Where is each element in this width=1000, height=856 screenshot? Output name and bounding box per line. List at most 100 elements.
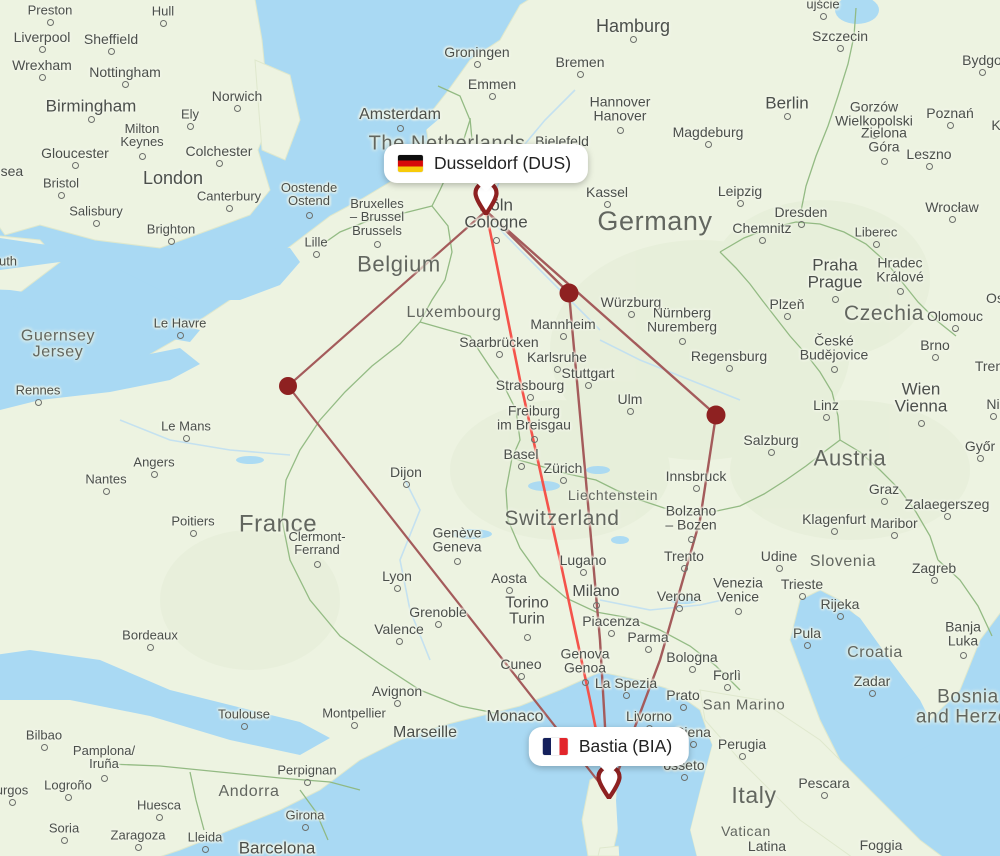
city-dot-icon xyxy=(393,584,401,592)
airport-marker-cdg[interactable] xyxy=(279,377,297,395)
city-dot-icon xyxy=(71,161,79,169)
card-pointer xyxy=(476,182,496,192)
city-dot-icon xyxy=(736,199,744,207)
city-dot-icon xyxy=(64,793,72,801)
city-dot-icon xyxy=(584,381,592,389)
city-dot-icon xyxy=(505,586,513,594)
city-dot-icon xyxy=(581,678,589,686)
city-dot-icon xyxy=(146,643,154,651)
city-dot-icon xyxy=(783,112,791,120)
city-dot-icon xyxy=(836,44,844,52)
city-dot-icon xyxy=(797,220,805,228)
route-fra-bia xyxy=(567,291,611,797)
city-dot-icon xyxy=(723,683,731,691)
flight-route-map[interactable]: Germany Belgium France Switzerland Austria It… xyxy=(0,0,1000,856)
city-dot-icon xyxy=(526,393,534,401)
city-dot-icon xyxy=(830,365,838,373)
city-dot-icon xyxy=(603,200,611,208)
city-dot-icon xyxy=(553,365,561,373)
city-dot-icon xyxy=(738,752,746,760)
city-dot-icon xyxy=(453,557,461,565)
city-dot-icon xyxy=(783,312,791,320)
city-dot-icon xyxy=(822,413,830,421)
flight-routes-layer xyxy=(286,209,718,797)
city-dot-icon xyxy=(182,434,190,442)
city-dot-icon xyxy=(38,73,46,81)
city-dot-icon xyxy=(189,529,197,537)
city-dot-icon xyxy=(517,672,525,680)
city-dot-icon xyxy=(946,121,954,129)
city-dot-icon xyxy=(303,778,311,786)
origin-airport-label: Dusseldorf (DUS) xyxy=(433,153,572,173)
city-dot-icon xyxy=(107,47,115,55)
city-dot-icon xyxy=(576,70,584,78)
city-dot-icon xyxy=(34,398,42,406)
city-dot-icon xyxy=(831,295,839,303)
city-dot-icon xyxy=(976,454,984,462)
city-dot-icon xyxy=(767,448,775,456)
city-dot-icon xyxy=(312,250,320,258)
city-dot-icon xyxy=(830,527,838,535)
city-dot-icon xyxy=(240,722,248,730)
city-dot-icon xyxy=(150,470,158,478)
city-dot-icon xyxy=(402,480,410,488)
city-dot-icon xyxy=(201,845,209,853)
city-dot-icon xyxy=(989,412,997,420)
airport-marker-fra[interactable] xyxy=(559,283,579,303)
city-dot-icon xyxy=(134,843,142,851)
city-dot-icon xyxy=(872,240,880,248)
city-dot-icon xyxy=(121,80,129,88)
city-dot-icon xyxy=(820,791,828,799)
city-dot-icon xyxy=(931,353,939,361)
city-dot-icon xyxy=(559,476,567,484)
city-dot-icon xyxy=(495,350,503,358)
city-dot-icon xyxy=(626,407,634,415)
city-dot-icon xyxy=(313,560,321,568)
city-dot-icon xyxy=(880,497,888,505)
city-dot-icon xyxy=(176,331,184,339)
airport-marker-muc[interactable] xyxy=(706,405,726,425)
city-dot-icon xyxy=(225,204,233,212)
city-dot-icon xyxy=(870,131,878,139)
city-dot-icon xyxy=(40,743,48,751)
city-dot-icon xyxy=(644,645,652,653)
city-dot-icon xyxy=(917,419,925,427)
city-dot-icon xyxy=(679,703,687,711)
city-dot-icon xyxy=(616,126,624,134)
city-dot-icon xyxy=(373,240,381,248)
city-dot-icon xyxy=(102,487,110,495)
city-dot-icon xyxy=(896,287,904,295)
city-dot-icon xyxy=(758,236,766,244)
city-dot-icon xyxy=(530,435,538,443)
city-dot-icon xyxy=(60,836,68,844)
city-dot-icon xyxy=(836,612,844,620)
card-pointer xyxy=(599,765,619,775)
city-dot-icon xyxy=(517,462,525,470)
city-dot-icon xyxy=(350,721,358,729)
city-dot-icon xyxy=(948,215,956,223)
route-dus-bia-direct xyxy=(484,209,611,797)
city-dot-icon xyxy=(627,310,635,318)
city-dot-icon xyxy=(92,219,100,227)
city-dot-icon xyxy=(725,364,733,372)
city-dot-icon xyxy=(38,45,46,53)
city-dot-icon xyxy=(138,152,146,160)
city-dot-icon xyxy=(8,798,16,806)
city-dot-icon xyxy=(579,568,587,576)
city-dot-icon xyxy=(186,122,194,130)
origin-airport-card[interactable]: Dusseldorf (DUS) xyxy=(383,144,589,192)
city-dot-icon xyxy=(592,601,600,609)
city-dot-icon xyxy=(233,104,241,112)
city-dot-icon xyxy=(890,531,898,539)
destination-airport-label: Bastia (BIA) xyxy=(578,736,673,756)
destination-airport-card[interactable]: Bastia (BIA) xyxy=(528,727,690,775)
city-dot-icon xyxy=(678,337,686,345)
city-dot-icon xyxy=(301,823,309,831)
city-dot-icon xyxy=(393,699,401,707)
city-dot-icon xyxy=(305,211,313,219)
city-dot-icon xyxy=(215,159,223,167)
city-dot-icon xyxy=(704,140,712,148)
city-dot-icon xyxy=(959,651,967,659)
city-dot-icon xyxy=(692,484,700,492)
city-dot-icon xyxy=(734,607,742,615)
